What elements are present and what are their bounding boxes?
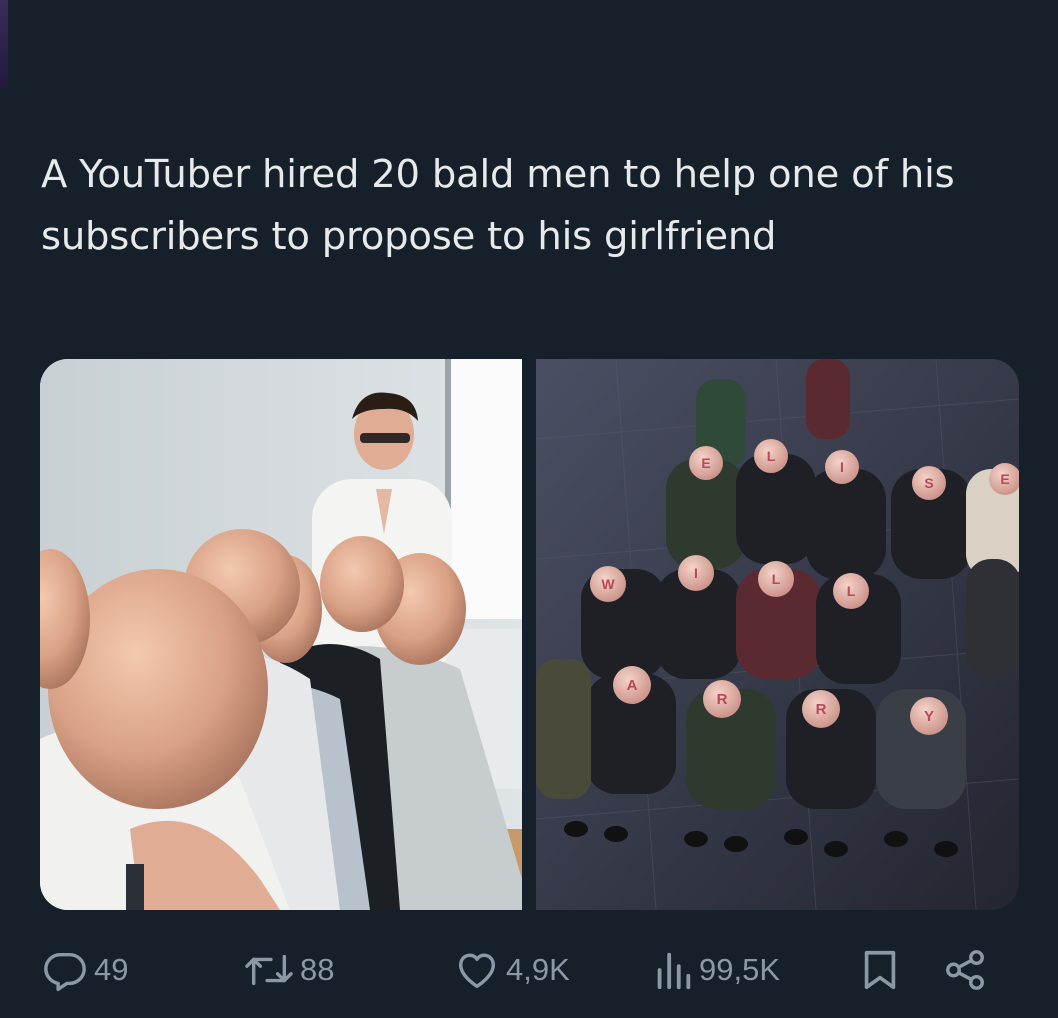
head-letter: L <box>772 571 781 587</box>
reply-count: 49 <box>94 952 129 987</box>
avatar-edge <box>0 0 8 90</box>
head-letter: R <box>717 691 728 708</box>
reply-icon <box>44 952 86 992</box>
share-button[interactable] <box>942 944 988 996</box>
retweet-count: 88 <box>300 952 335 987</box>
bookmark-button[interactable] <box>858 944 902 996</box>
action-bar: 49 88 4,9K 99,5K <box>40 944 1019 996</box>
head-letter: L <box>847 583 856 599</box>
head-letter: A <box>627 677 638 694</box>
bookmark-icon <box>864 950 896 990</box>
head-letter: I <box>840 459 844 475</box>
head-letter: S <box>924 475 933 491</box>
heart-icon <box>458 953 496 989</box>
views-chart-icon <box>657 952 691 990</box>
photo-meeting-room[interactable] <box>40 359 522 910</box>
photo-bald-heads-letters[interactable]: E L I S E W I L L A R R Y <box>536 359 1019 910</box>
head-letter: W <box>601 576 615 592</box>
top-edge <box>0 0 1058 12</box>
like-button[interactable]: 4,9K <box>454 944 570 996</box>
retweet-button[interactable]: 88 <box>244 944 334 996</box>
tweet-paragraph-1: A YouTuber hired 20 bald men to help one… <box>41 152 967 259</box>
share-icon <box>946 950 984 990</box>
media-grid[interactable]: E L I S E W I L L A R R Y <box>40 359 1019 910</box>
head-letter: R <box>816 701 827 718</box>
views-button[interactable]: 99,5K <box>653 944 780 996</box>
head-letter: L <box>767 448 776 464</box>
head-letter: E <box>1000 471 1009 487</box>
head-letter: E <box>701 455 710 471</box>
views-count: 99,5K <box>699 952 781 987</box>
meeting-room-image <box>40 359 522 910</box>
head-letter: Y <box>924 708 934 725</box>
retweet-icon <box>245 954 293 986</box>
head-letter: I <box>694 565 698 581</box>
like-count: 4,9K <box>506 952 570 987</box>
bald-heads-image: E L I S E W I L L A R R Y <box>536 359 1019 910</box>
reply-button[interactable]: 49 <box>42 944 128 996</box>
